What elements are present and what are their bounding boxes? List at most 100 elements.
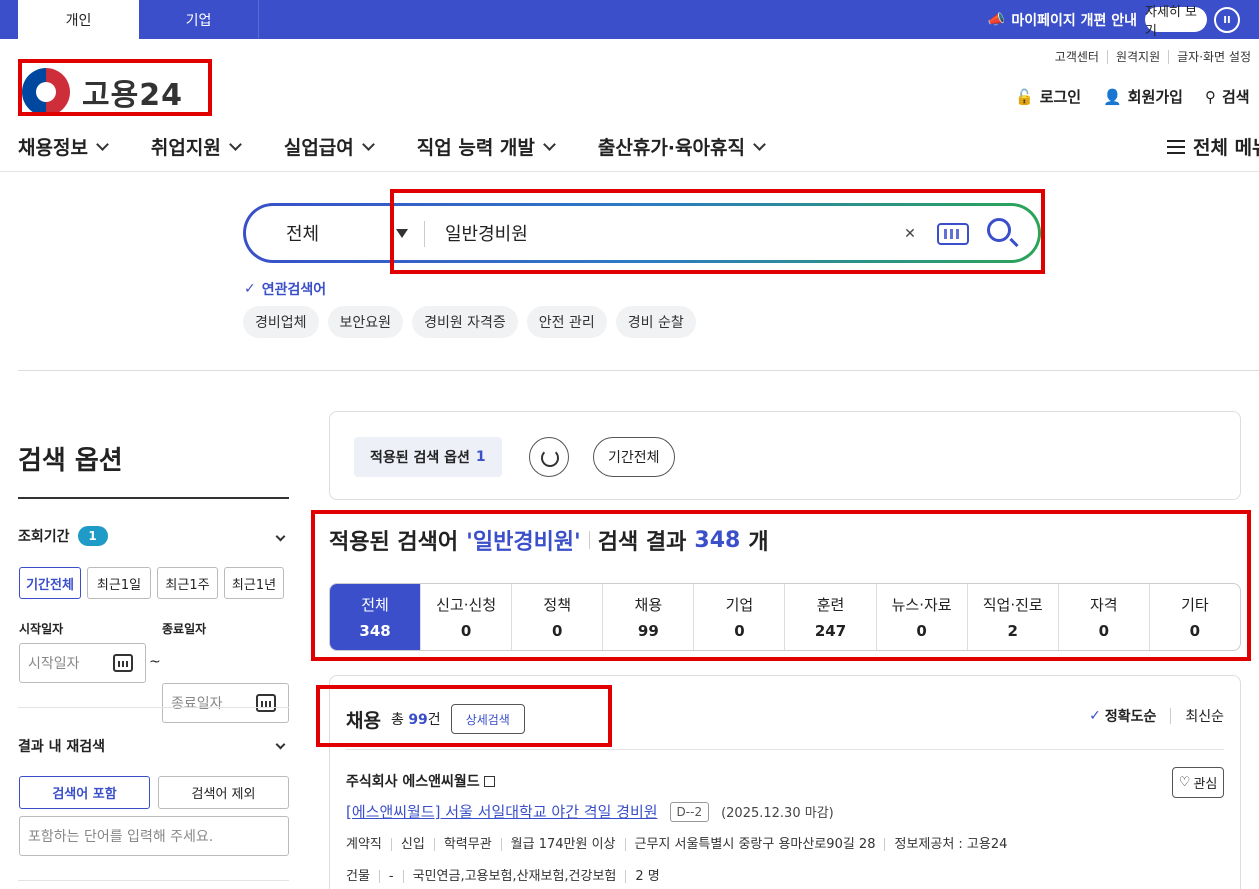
job-title-link[interactable]: [에스앤씨월드] 서울 서일대학교 야간 격일 경비원 — [346, 801, 658, 822]
customer-center-link[interactable]: 고객센터 — [1047, 50, 1107, 64]
period-1day-button[interactable]: 최근1일 — [87, 567, 151, 599]
nav-item-employment-support[interactable]: 취업지원 — [151, 133, 242, 160]
top-bar: 개인 기업 📣 마이페이지 개편 안내 자세히 보기 II — [0, 0, 1259, 39]
header-search-link[interactable]: ⚲ 검색 — [1205, 86, 1250, 107]
period-1year-button[interactable]: 최근1년 — [224, 567, 284, 599]
period-section-toggle[interactable]: 조회기간 1 — [18, 526, 108, 546]
applied-options-label[interactable]: 적용된 검색 옵션 1 — [354, 437, 502, 477]
all-menu-button[interactable]: 전체 메뉴 — [1167, 133, 1259, 160]
result-separator — [588, 531, 590, 549]
related-chip[interactable]: 경비업체 — [243, 306, 319, 338]
keyboard-icon[interactable] — [937, 223, 969, 245]
taegeuk-icon — [22, 68, 70, 116]
category-tab-career[interactable]: 직업·진로 2 — [966, 584, 1058, 650]
period-badge: 1 — [77, 526, 108, 546]
favorite-label: 관심 — [1193, 777, 1218, 792]
period-buttons: 기간전체 최근1일 최근1주 최근1년 — [19, 567, 284, 599]
detail-button[interactable]: 자세히 보기 — [1145, 5, 1207, 39]
category-tab-all[interactable]: 전체 348 — [330, 584, 421, 650]
job-meta: 건물 — [346, 869, 370, 884]
lock-icon: 🔓 — [1015, 87, 1034, 106]
related-chip[interactable]: 경비 순찰 — [615, 306, 696, 338]
research-label: 결과 내 재검색 — [18, 739, 106, 755]
include-keyword-button[interactable]: 검색어 포함 — [19, 776, 150, 809]
start-date-input[interactable]: 시작일자 — [19, 643, 146, 683]
related-keywords: 경비업체 보안요원 경비원 자격증 안전 관리 경비 순찰 — [243, 306, 696, 338]
chevron-down-icon — [753, 137, 766, 151]
calendar-icon[interactable] — [113, 654, 133, 672]
category-tab-company[interactable]: 기업 0 — [693, 584, 784, 650]
remote-support-link[interactable]: 원격지원 — [1106, 50, 1168, 64]
nav-label: 채용정보 — [18, 137, 88, 159]
section-divider — [18, 370, 1259, 371]
category-tab-policy[interactable]: 정책 0 — [511, 584, 602, 650]
calendar-icon[interactable] — [256, 694, 276, 712]
search-scope-select[interactable]: 전체 — [286, 206, 319, 260]
options-divider — [18, 880, 289, 881]
related-chip[interactable]: 보안요원 — [327, 306, 404, 338]
options-divider — [18, 707, 289, 708]
job-meta: 2 명 — [625, 870, 668, 883]
tab-business[interactable]: 기업 — [139, 0, 259, 39]
search-icon[interactable] — [987, 218, 1011, 242]
search-input[interactable]: 일반경비원 — [445, 206, 885, 260]
reset-icon[interactable] — [529, 437, 569, 477]
category-tab-license[interactable]: 자격 0 — [1057, 584, 1149, 650]
utility-links: 고객센터 원격지원 글자·화면 설정 — [1047, 50, 1259, 64]
signup-label: 회원가입 — [1127, 88, 1183, 106]
research-section-toggle[interactable]: 결과 내 재검색 — [18, 736, 105, 756]
category-tab-etc[interactable]: 기타 0 — [1148, 584, 1240, 650]
external-link-icon — [483, 775, 495, 787]
job-meta: 정보제공처 : 고용24 — [884, 838, 1016, 851]
period-all-button[interactable]: 기간전체 — [19, 567, 81, 599]
result-divider — [346, 749, 1224, 750]
end-date-input[interactable]: 종료일자 — [162, 683, 289, 723]
category-count: 0 — [1098, 622, 1110, 640]
date-range-separator: ~ — [149, 654, 161, 670]
period-1week-button[interactable]: 최근1주 — [157, 567, 218, 599]
applied-period-pill[interactable]: 기간전체 — [593, 437, 675, 477]
research-input[interactable]: 포함하는 단어를 입력해 주세요. — [19, 816, 289, 856]
category-count: 247 — [814, 622, 847, 640]
related-chip[interactable]: 경비원 자격증 — [412, 306, 518, 338]
category-count: 2 — [1007, 622, 1018, 640]
nav-item-unemployment[interactable]: 실업급여 — [284, 133, 375, 160]
nav-item-jobs[interactable]: 채용정보 — [18, 133, 109, 160]
nav-item-leave[interactable]: 출산휴가·육아휴직 — [597, 133, 766, 160]
job-meta-row: 계약직 신입 학력무관 월급 174만원 이상 근무지 서울특별시 중랑구 용마… — [346, 838, 1016, 851]
favorite-button[interactable]: ♡ 관심 — [1172, 767, 1224, 798]
display-settings-link[interactable]: 글자·화면 설정 — [1168, 50, 1259, 64]
end-date-label: 종료일자 — [162, 622, 207, 636]
company-link[interactable]: 주식회사 에스앤씨월드 — [346, 771, 495, 791]
clear-icon[interactable]: ✕ — [902, 226, 918, 242]
category-tab-jobs[interactable]: 채용 99 — [602, 584, 693, 650]
category-tab-news[interactable]: 뉴스·자료 0 — [875, 584, 967, 650]
sort-latest[interactable]: 최신순 — [1185, 706, 1224, 726]
nav-label: 출산휴가·육아휴직 — [597, 137, 745, 159]
caret-down-icon[interactable] — [396, 229, 408, 238]
signup-link[interactable]: 👤 회원가입 — [1103, 86, 1183, 107]
result-label: 검색 결과 — [597, 530, 687, 555]
login-link[interactable]: 🔓 로그인 — [1015, 86, 1081, 107]
category-label: 기타 — [1181, 596, 1209, 614]
chevron-down-icon[interactable] — [275, 531, 286, 542]
chevron-down-icon[interactable] — [275, 739, 286, 750]
sort-accuracy[interactable]: ✓ 정확도순 — [1089, 706, 1156, 726]
nav-divider — [0, 171, 1259, 172]
all-menu-label: 전체 메뉴 — [1193, 137, 1259, 159]
detail-search-button[interactable]: 상세검색 — [450, 704, 525, 734]
jobs-result-title: 채용 총 99건 상세검색 — [346, 704, 525, 734]
tab-personal[interactable]: 개인 — [18, 0, 139, 39]
category-tab-report[interactable]: 신고·신청 0 — [420, 584, 511, 650]
job-meta: 월급 174만원 이상 — [500, 838, 625, 851]
category-tab-training[interactable]: 훈련 247 — [784, 584, 875, 650]
logo[interactable]: 고용24 — [22, 68, 183, 116]
related-chip[interactable]: 안전 관리 — [526, 306, 607, 338]
exclude-keyword-button[interactable]: 검색어 제외 — [158, 776, 289, 809]
category-label: 직업·진로 — [982, 596, 1043, 614]
job-meta-row: 건물 - 국민연금,고용보험,산재보험,건강보험 2 명 — [346, 870, 669, 883]
nav-item-skills[interactable]: 직업 능력 개발 — [417, 133, 556, 160]
pause-icon[interactable]: II — [1214, 7, 1240, 33]
notice-link[interactable]: 📣 마이페이지 개편 안내 — [988, 0, 1137, 39]
related-keywords-title: ✓ 연관검색어 — [244, 279, 326, 299]
